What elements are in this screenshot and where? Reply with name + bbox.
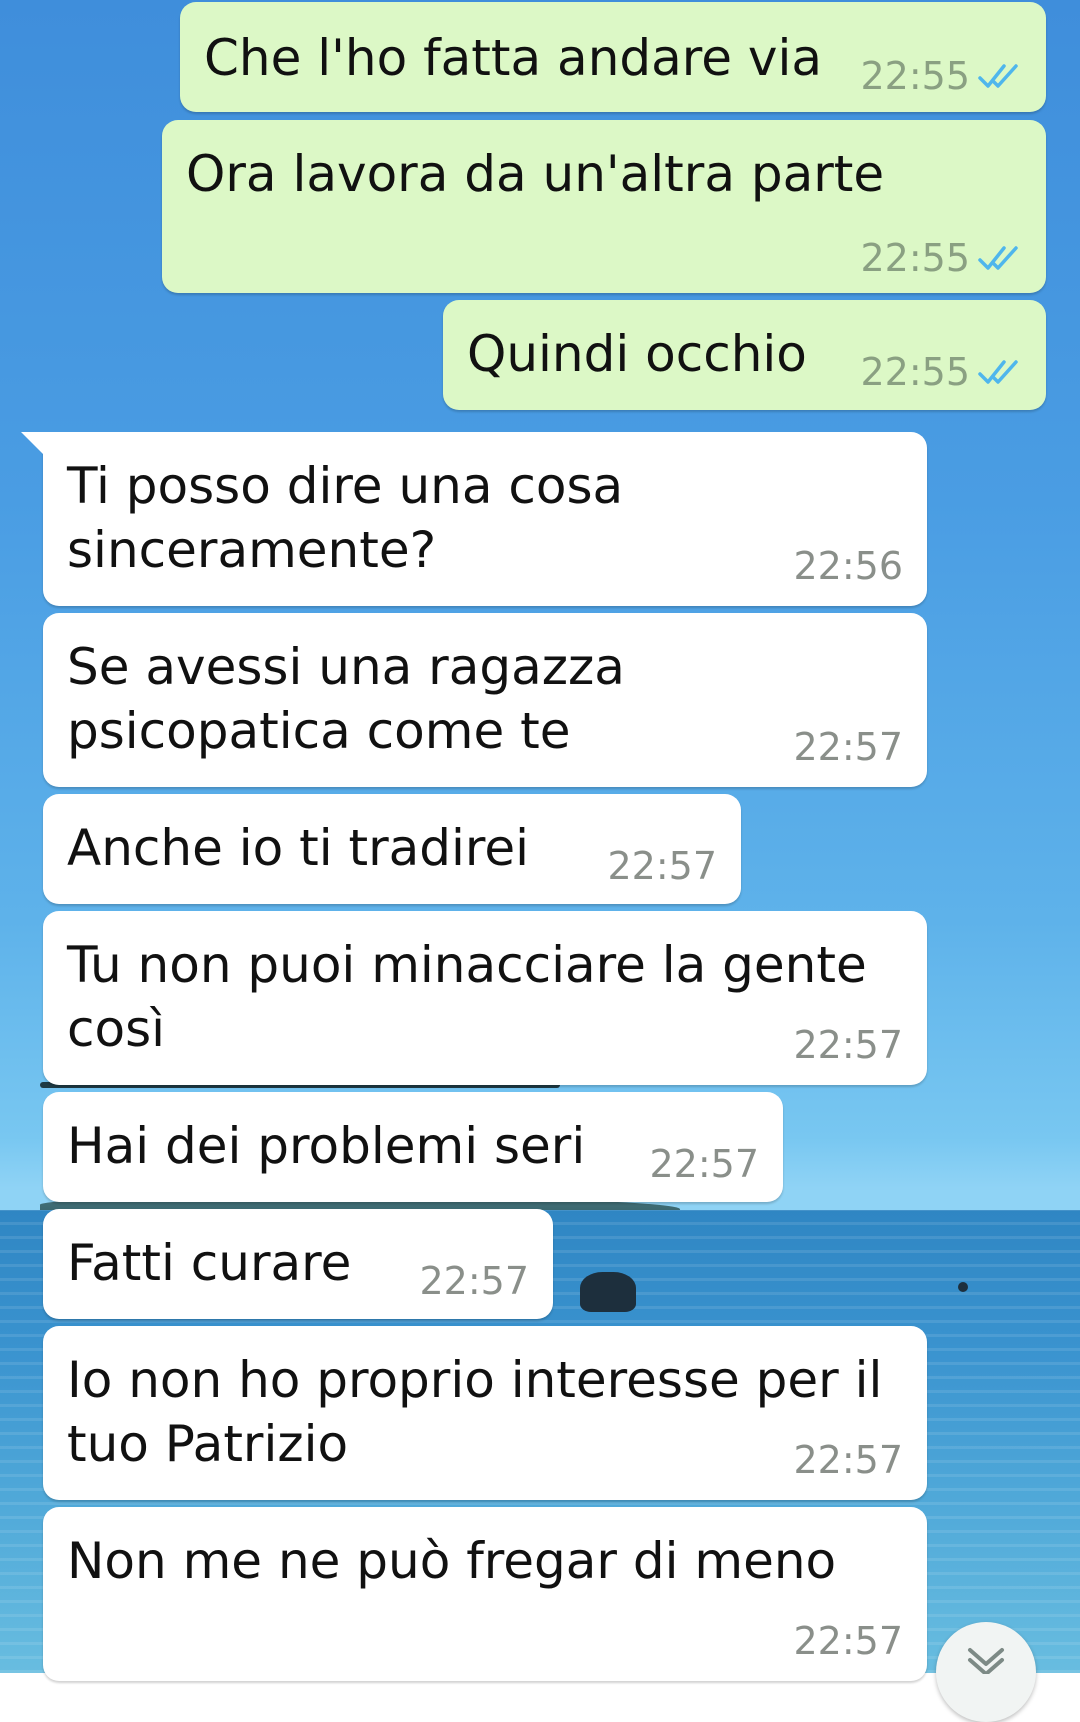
message-time: 22:57: [793, 1438, 903, 1482]
message-time: 22:57: [649, 1142, 759, 1186]
message-meta: 22:56: [793, 546, 903, 586]
message-bubble-incoming[interactable]: Io non ho proprio interesse per il tuo P…: [43, 1326, 927, 1500]
message-time: 22:55: [860, 350, 970, 394]
message-time: 22:55: [860, 236, 970, 280]
message-meta: 22:57: [649, 1144, 759, 1184]
message-meta: 22:57: [607, 846, 717, 886]
message-meta: 22:57: [793, 1025, 903, 1065]
message-time: 22:57: [793, 1023, 903, 1067]
message-meta: 22:55: [860, 352, 1022, 392]
message-time: 22:57: [793, 725, 903, 769]
message-text: Ora lavora da un'altra parte: [186, 145, 885, 203]
message-bubble-incoming[interactable]: Hai dei problemi seri 22:57: [43, 1092, 783, 1202]
message-meta: 22:57: [793, 727, 903, 767]
wallpaper-boat: [580, 1272, 636, 1312]
message-text: Anche io ti tradirei: [67, 819, 530, 877]
message-time: 22:57: [793, 1619, 903, 1663]
chevron-down-icon: [968, 1648, 1004, 1674]
message-meta: 22:57: [419, 1261, 529, 1301]
message-bubble-incoming[interactable]: Ti posso dire una cosa sinceramente? 22:…: [21, 432, 927, 606]
message-time: 22:57: [607, 844, 717, 888]
message-text: Fatti curare: [67, 1234, 352, 1292]
message-text: Se avessi una ragazza psicopatica come t…: [67, 638, 625, 760]
message-time: 22:56: [793, 544, 903, 588]
message-meta: 22:55: [860, 56, 1022, 96]
message-text: Non me ne può fregar di meno: [67, 1532, 837, 1590]
message-bubble-outgoing[interactable]: Che l'ho fatta andare via 22:55: [180, 2, 1046, 112]
message-bubble-outgoing[interactable]: Ora lavora da un'altra parte 22:55: [162, 120, 1046, 293]
message-meta: 22:57: [793, 1621, 903, 1661]
message-text: Io non ho proprio interesse per il tuo P…: [67, 1351, 883, 1473]
double-check-icon: [978, 360, 1018, 384]
bubble-tail: [21, 432, 43, 454]
message-bubble-incoming[interactable]: Anche io ti tradirei 22:57: [43, 794, 741, 904]
message-text: Ti posso dire una cosa sinceramente?: [67, 457, 624, 579]
scroll-to-bottom-button[interactable]: [936, 1622, 1036, 1722]
message-text: Tu non puoi minacciare la gente così: [67, 936, 867, 1058]
message-bubble-outgoing[interactable]: Quindi occhio 22:55: [443, 300, 1046, 410]
message-meta: 22:55: [860, 238, 1022, 278]
wallpaper-swimmer: [958, 1282, 968, 1292]
double-check-icon: [978, 246, 1018, 270]
message-text: Hai dei problemi seri: [67, 1117, 586, 1175]
message-bubble-incoming[interactable]: Tu non puoi minacciare la gente così 22:…: [43, 911, 927, 1085]
message-bubble-incoming[interactable]: Se avessi una ragazza psicopatica come t…: [43, 613, 927, 787]
message-bubble-incoming[interactable]: Fatti curare 22:57: [43, 1209, 553, 1319]
message-time: 22:55: [860, 54, 970, 98]
message-text: Quindi occhio: [467, 325, 807, 383]
message-text: Che l'ho fatta andare via: [204, 29, 822, 87]
message-time: 22:57: [419, 1259, 529, 1303]
double-check-icon: [978, 64, 1018, 88]
message-bubble-incoming[interactable]: Non me ne può fregar di meno 22:57: [43, 1507, 927, 1681]
message-meta: 22:57: [793, 1440, 903, 1480]
